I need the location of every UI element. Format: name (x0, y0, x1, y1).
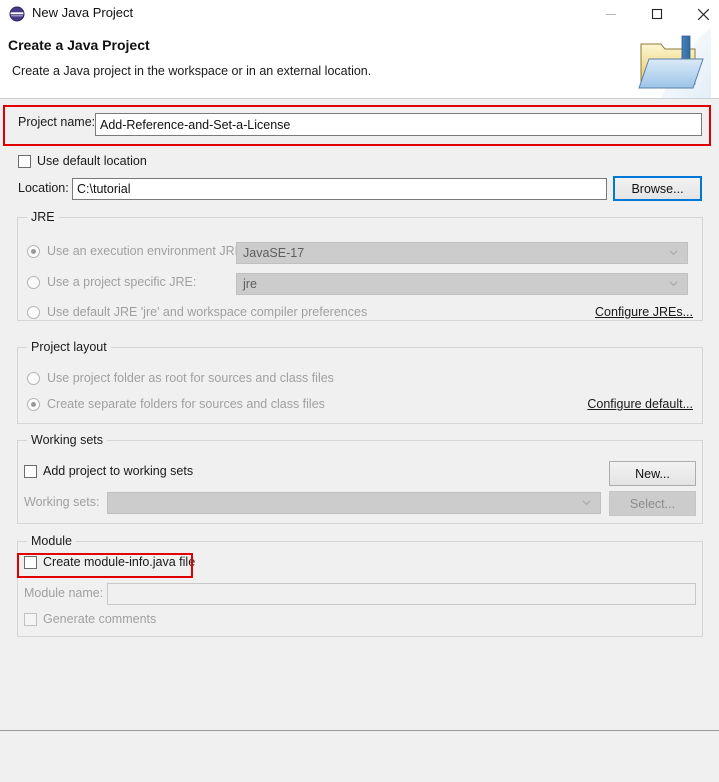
layout-option-label: Use project folder as root for sources a… (47, 371, 334, 385)
location-row: Location: (18, 181, 69, 195)
minimize-button[interactable] (588, 0, 634, 28)
add-project-to-working-sets-label: Add project to working sets (43, 464, 194, 478)
location-label: Location: (18, 181, 69, 195)
jre-option-label: Use a project specific JRE: (47, 275, 197, 289)
close-button[interactable] (680, 0, 719, 28)
working-sets-combo[interactable] (107, 492, 601, 514)
project-name-input[interactable] (95, 113, 702, 136)
configure-jres-link[interactable]: Configure JREs... (595, 305, 693, 319)
select-working-set-button[interactable]: Select... (609, 491, 696, 516)
project-name-row: Project name: (18, 115, 95, 129)
project-specific-jre-combo[interactable]: jre (236, 273, 688, 295)
jre-group: JRE Use an execution environment JRE: Ja… (17, 210, 703, 321)
jre-group-label: JRE (27, 210, 59, 224)
page-subtitle: Create a Java project in the workspace o… (12, 64, 372, 78)
working-sets-row: Working sets: (24, 495, 100, 509)
radio-button (27, 275, 40, 289)
maximize-icon (651, 8, 663, 20)
layout-option-label: Create separate folders for sources and … (47, 397, 325, 411)
working-sets-group: Working sets Add project to working sets… (17, 433, 703, 524)
execution-environment-value: JavaSE-17 (243, 246, 305, 260)
project-layout-group: Project layout Use project folder as roo… (17, 340, 703, 424)
module-name-row: Module name: (24, 586, 103, 600)
layout-option-separate-folders[interactable]: Create separate folders for sources and … (27, 397, 325, 411)
module-name-input[interactable] (107, 583, 696, 605)
use-default-location-checkbox[interactable]: Use default location (18, 154, 147, 168)
project-specific-jre-value: jre (243, 277, 257, 291)
checkbox-box (24, 464, 37, 478)
maximize-button[interactable] (634, 0, 680, 28)
wizard-body: Project name: Use default location Locat… (0, 99, 719, 730)
radio-button (27, 371, 40, 385)
use-default-location-label: Use default location (37, 154, 147, 168)
jre-option-label: Use an execution environment JRE: (47, 244, 247, 258)
new-working-set-button[interactable]: New... (609, 461, 696, 486)
working-sets-label: Working sets: (24, 495, 100, 509)
jre-option-execution-environment[interactable]: Use an execution environment JRE: (27, 244, 246, 258)
chevron-down-icon (582, 500, 591, 506)
page-title: Create a Java Project (8, 37, 150, 53)
radio-button (27, 397, 40, 411)
generate-comments-checkbox[interactable]: Generate comments (24, 612, 156, 626)
jre-option-default[interactable]: Use default JRE 'jre' and workspace comp… (27, 305, 367, 319)
create-module-info-label: Create module-info.java file (43, 555, 196, 569)
jre-option-project-specific[interactable]: Use a project specific JRE: (27, 275, 196, 289)
browse-button[interactable]: Browse... (613, 176, 702, 201)
working-sets-group-label: Working sets (27, 433, 108, 447)
chevron-down-icon (669, 281, 678, 287)
create-module-info-checkbox[interactable]: Create module-info.java file (24, 555, 195, 569)
close-icon (697, 8, 709, 20)
checkbox-box (24, 612, 37, 626)
minimize-icon (606, 14, 616, 15)
chevron-down-icon (669, 250, 678, 256)
wizard-footer: ? < Back Next > Finish Cancel (0, 730, 719, 782)
radio-button (27, 244, 40, 258)
module-name-label: Module name: (24, 586, 104, 600)
project-name-label: Project name: (18, 115, 96, 129)
radio-button (27, 305, 40, 319)
checkbox-box (24, 555, 37, 569)
title-bar: New Java Project (0, 0, 719, 28)
project-layout-group-label: Project layout (27, 340, 111, 354)
generate-comments-label: Generate comments (43, 612, 157, 626)
location-input[interactable] (72, 178, 607, 200)
java-project-folder-icon (633, 28, 711, 98)
module-group: Module Create module-info.java file Modu… (17, 534, 703, 637)
jre-option-label: Use default JRE 'jre' and workspace comp… (47, 305, 368, 319)
add-project-to-working-sets-checkbox[interactable]: Add project to working sets (24, 464, 193, 478)
window-title: New Java Project (32, 5, 134, 20)
eclipse-java-icon (9, 6, 25, 22)
configure-default-link[interactable]: Configure default... (587, 397, 693, 411)
module-group-label: Module (27, 534, 76, 548)
execution-environment-combo[interactable]: JavaSE-17 (236, 242, 688, 264)
layout-option-project-folder-root[interactable]: Use project folder as root for sources a… (27, 371, 334, 385)
wizard-header: Create a Java Project Create a Java proj… (0, 28, 719, 99)
checkbox-box (18, 154, 31, 168)
